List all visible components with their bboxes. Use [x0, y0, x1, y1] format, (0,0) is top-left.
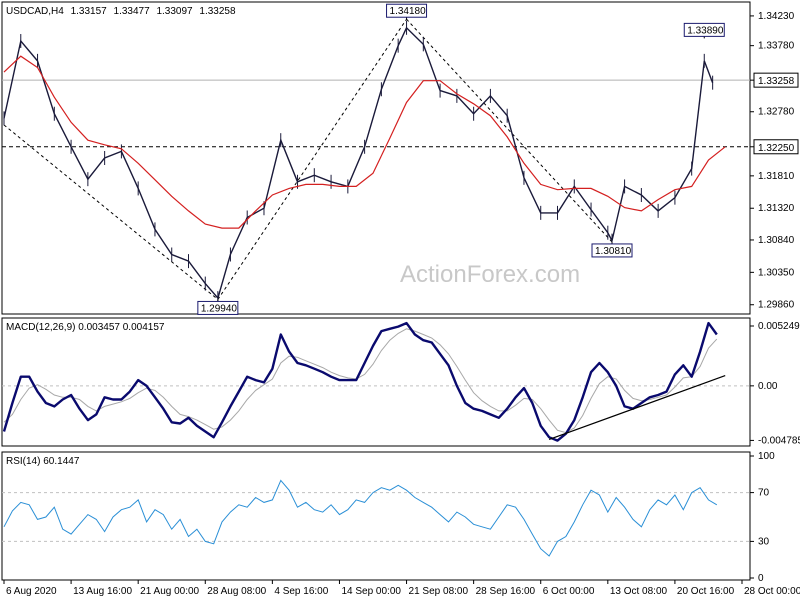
current-price-label: 1.33258 — [758, 76, 795, 87]
macd-y-tick-label: -0.004785 — [758, 435, 800, 446]
price-y-tick-label: 1.30840 — [758, 235, 795, 246]
watermark: ActionForex.com — [400, 261, 580, 288]
price-y-tick-label: 1.29860 — [758, 300, 795, 311]
x-tick-label: 21 Aug 00:00 — [140, 586, 199, 597]
rsi-y-tick-label: 100 — [758, 451, 775, 462]
chart-header: USDCAD,H4 1.33157 1.33477 1.33097 1.3325… — [6, 6, 236, 17]
rsi-y-tick-label: 30 — [758, 536, 770, 547]
price-annotation-label: 1.29940 — [201, 303, 238, 314]
x-tick-label: 6 Oct 00:00 — [543, 586, 595, 597]
price-annotation-label: 1.34180 — [390, 6, 427, 17]
macd-y-tick-label: 0.00 — [758, 381, 778, 392]
x-tick-label: 28 Sep 16:00 — [476, 586, 536, 597]
x-tick-label: 14 Sep 00:00 — [341, 586, 401, 597]
low-value: 1.33097 — [156, 6, 193, 17]
price-y-tick-label: 1.31320 — [758, 203, 795, 214]
price-annotation-label: 1.30810 — [595, 246, 632, 257]
price-y-tick-label: 1.30350 — [758, 267, 795, 278]
x-tick-label: 4 Sep 16:00 — [274, 586, 328, 597]
x-tick-label: 28 Aug 08:00 — [207, 586, 266, 597]
x-tick-label: 28 Oct 00:00 — [744, 586, 800, 597]
chart-background — [0, 0, 800, 600]
rsi-title: RSI(14) 60.1447 — [6, 456, 80, 467]
level-line-label: 1.32250 — [758, 143, 795, 154]
price-y-tick-label: 1.33780 — [758, 41, 795, 52]
high-value: 1.33477 — [114, 6, 151, 17]
price-y-tick-label: 1.32780 — [758, 107, 795, 118]
close-value: 1.33258 — [199, 6, 236, 17]
symbol-label: USDCAD,H4 — [6, 6, 64, 17]
x-tick-label: 20 Oct 16:00 — [677, 586, 735, 597]
macd-title: MACD(12,26,9) 0.003457 0.004157 — [6, 322, 165, 333]
x-tick-label: 13 Oct 08:00 — [610, 586, 668, 597]
price-y-tick-label: 1.34230 — [758, 11, 795, 22]
macd-y-tick-label: 0.005249 — [758, 321, 800, 332]
rsi-y-tick-label: 0 — [758, 573, 764, 584]
price-annotation-label: 1.33890 — [687, 25, 724, 36]
x-tick-label: 6 Aug 2020 — [6, 586, 57, 597]
forex-chart: USDCAD,H4 1.33157 1.33477 1.33097 1.3325… — [0, 0, 800, 600]
x-tick-label: 21 Sep 08:00 — [409, 586, 469, 597]
price-y-tick-label: 1.31810 — [758, 171, 795, 182]
open-value: 1.33157 — [71, 6, 108, 17]
x-tick-label: 13 Aug 16:00 — [73, 586, 132, 597]
rsi-y-tick-label: 70 — [758, 488, 770, 499]
